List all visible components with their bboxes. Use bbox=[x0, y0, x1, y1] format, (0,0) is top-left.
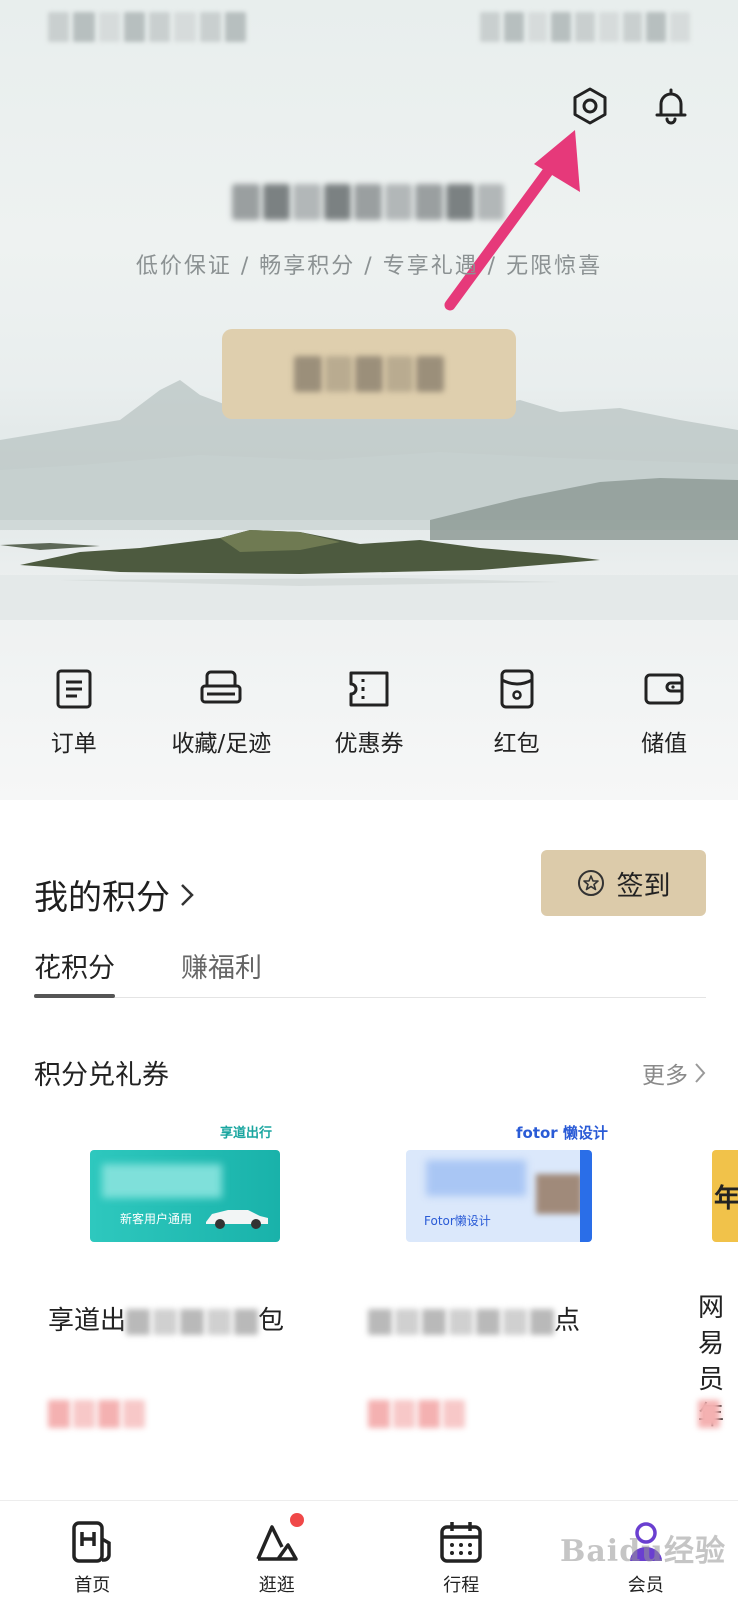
quick-actions: 订单 收藏/足迹 优惠券 红包 储值 bbox=[0, 668, 738, 768]
calendar-icon bbox=[440, 1522, 482, 1563]
coupon-image: 新客用户通用 bbox=[90, 1150, 280, 1242]
my-points-title: 我的积分 bbox=[34, 878, 170, 918]
section-title: 积分兑礼券 bbox=[34, 1060, 169, 1091]
sofa-icon bbox=[200, 670, 242, 704]
nav-label: 行程 bbox=[443, 1575, 480, 1596]
coupon-price-blurred bbox=[698, 1400, 720, 1430]
quick-action-stored-value[interactable]: 储值 bbox=[590, 668, 738, 768]
coupon-title: 享道出 包 bbox=[48, 1300, 284, 1337]
coupon-price-blurred bbox=[368, 1400, 465, 1430]
member-level-button[interactable] bbox=[222, 329, 516, 419]
coupon-image-text: 年 bbox=[714, 1183, 738, 1214]
tab-spend-points[interactable]: 花积分 bbox=[34, 940, 115, 998]
hero-banner: 低价保证 / 畅享积分 / 专享礼遇 / 无限惊喜 订单 收藏/足迹 优惠券 红… bbox=[0, 0, 738, 800]
coupon-card[interactable]: fotor 懒设计 Fotor懒设计 点 bbox=[368, 1110, 658, 1450]
gear-hexagon-icon bbox=[573, 87, 607, 125]
slogan: 低价保证 / 畅享积分 / 专享礼遇 / 无限惊喜 bbox=[135, 254, 603, 279]
watermark: Baidu经验 bbox=[560, 1534, 726, 1569]
sign-in-button[interactable]: 签到 bbox=[541, 850, 706, 916]
coupon-card[interactable]: 享道出行 新客用户通用 享道出 包 bbox=[48, 1110, 338, 1450]
quick-action-label: 收藏/足迹 bbox=[171, 731, 272, 757]
wallet-icon bbox=[644, 673, 684, 705]
coupon-image-text: 新客用户通用 bbox=[120, 1212, 193, 1226]
car-icon bbox=[206, 1210, 268, 1229]
order-list-icon bbox=[56, 669, 92, 709]
home-h-icon bbox=[72, 1521, 111, 1563]
quick-action-label: 储值 bbox=[641, 731, 688, 757]
tab-earn-benefits[interactable]: 赚福利 bbox=[181, 940, 262, 996]
my-points-link[interactable]: 我的积分 bbox=[34, 870, 196, 919]
quick-action-red-packet[interactable]: 红包 bbox=[443, 668, 591, 768]
status-bar-right-blurred bbox=[480, 12, 691, 42]
quick-action-label: 优惠券 bbox=[334, 731, 404, 757]
settings-button[interactable] bbox=[566, 82, 614, 130]
coupon-image: 年 bbox=[712, 1150, 738, 1242]
notification-button[interactable] bbox=[647, 82, 695, 130]
nav-label: 会员 bbox=[627, 1575, 664, 1596]
more-link[interactable]: 更多 bbox=[642, 1056, 706, 1090]
coupon-price-blurred bbox=[48, 1400, 145, 1430]
points-tabs: 花积分 赚福利 bbox=[34, 940, 706, 998]
coupon-title-suffix: 点 bbox=[554, 1306, 581, 1336]
ticket-icon bbox=[349, 671, 389, 707]
sign-in-label: 签到 bbox=[616, 870, 671, 902]
coupon-title-text: 网易 bbox=[698, 1293, 725, 1359]
more-label: 更多 bbox=[642, 1062, 688, 1089]
bell-icon bbox=[655, 88, 687, 125]
nav-home[interactable]: 首页 bbox=[0, 1501, 185, 1600]
chevron-right-icon bbox=[695, 1062, 706, 1083]
nav-label: 逛逛 bbox=[258, 1575, 295, 1596]
star-circle-icon bbox=[577, 870, 604, 896]
quick-action-label: 红包 bbox=[493, 731, 540, 757]
nav-label: 首页 bbox=[74, 1575, 111, 1596]
coupon-title-suffix: 包 bbox=[258, 1306, 285, 1336]
quick-action-orders[interactable]: 订单 bbox=[0, 668, 148, 768]
notification-badge bbox=[289, 1513, 304, 1527]
coupon-image: Fotor懒设计 bbox=[406, 1150, 592, 1242]
red-packet-icon bbox=[500, 669, 534, 709]
nav-browse[interactable]: 逛逛 bbox=[185, 1501, 370, 1600]
coupon-title: 点 bbox=[368, 1300, 580, 1337]
coupon-image-text: Fotor懒设计 bbox=[424, 1214, 491, 1228]
nav-trips[interactable]: 行程 bbox=[369, 1501, 554, 1600]
coupon-card[interactable]: 年 网易员年 bbox=[690, 1110, 738, 1450]
welcome-text-blurred bbox=[232, 180, 505, 224]
chevron-right-icon bbox=[181, 883, 194, 906]
quick-action-favorites[interactable]: 收藏/足迹 bbox=[148, 668, 296, 768]
coupon-title-text: 享道出 bbox=[48, 1306, 127, 1336]
brand-logo: fotor 懒设计 bbox=[516, 1124, 608, 1142]
status-bar-left-blurred bbox=[48, 12, 246, 42]
quick-action-coupons[interactable]: 优惠券 bbox=[295, 668, 443, 768]
coupon-section-header: 积分兑礼券 更多 bbox=[34, 1053, 706, 1092]
brand-logo: 享道出行 bbox=[220, 1126, 273, 1141]
quick-action-label: 订单 bbox=[50, 731, 97, 757]
